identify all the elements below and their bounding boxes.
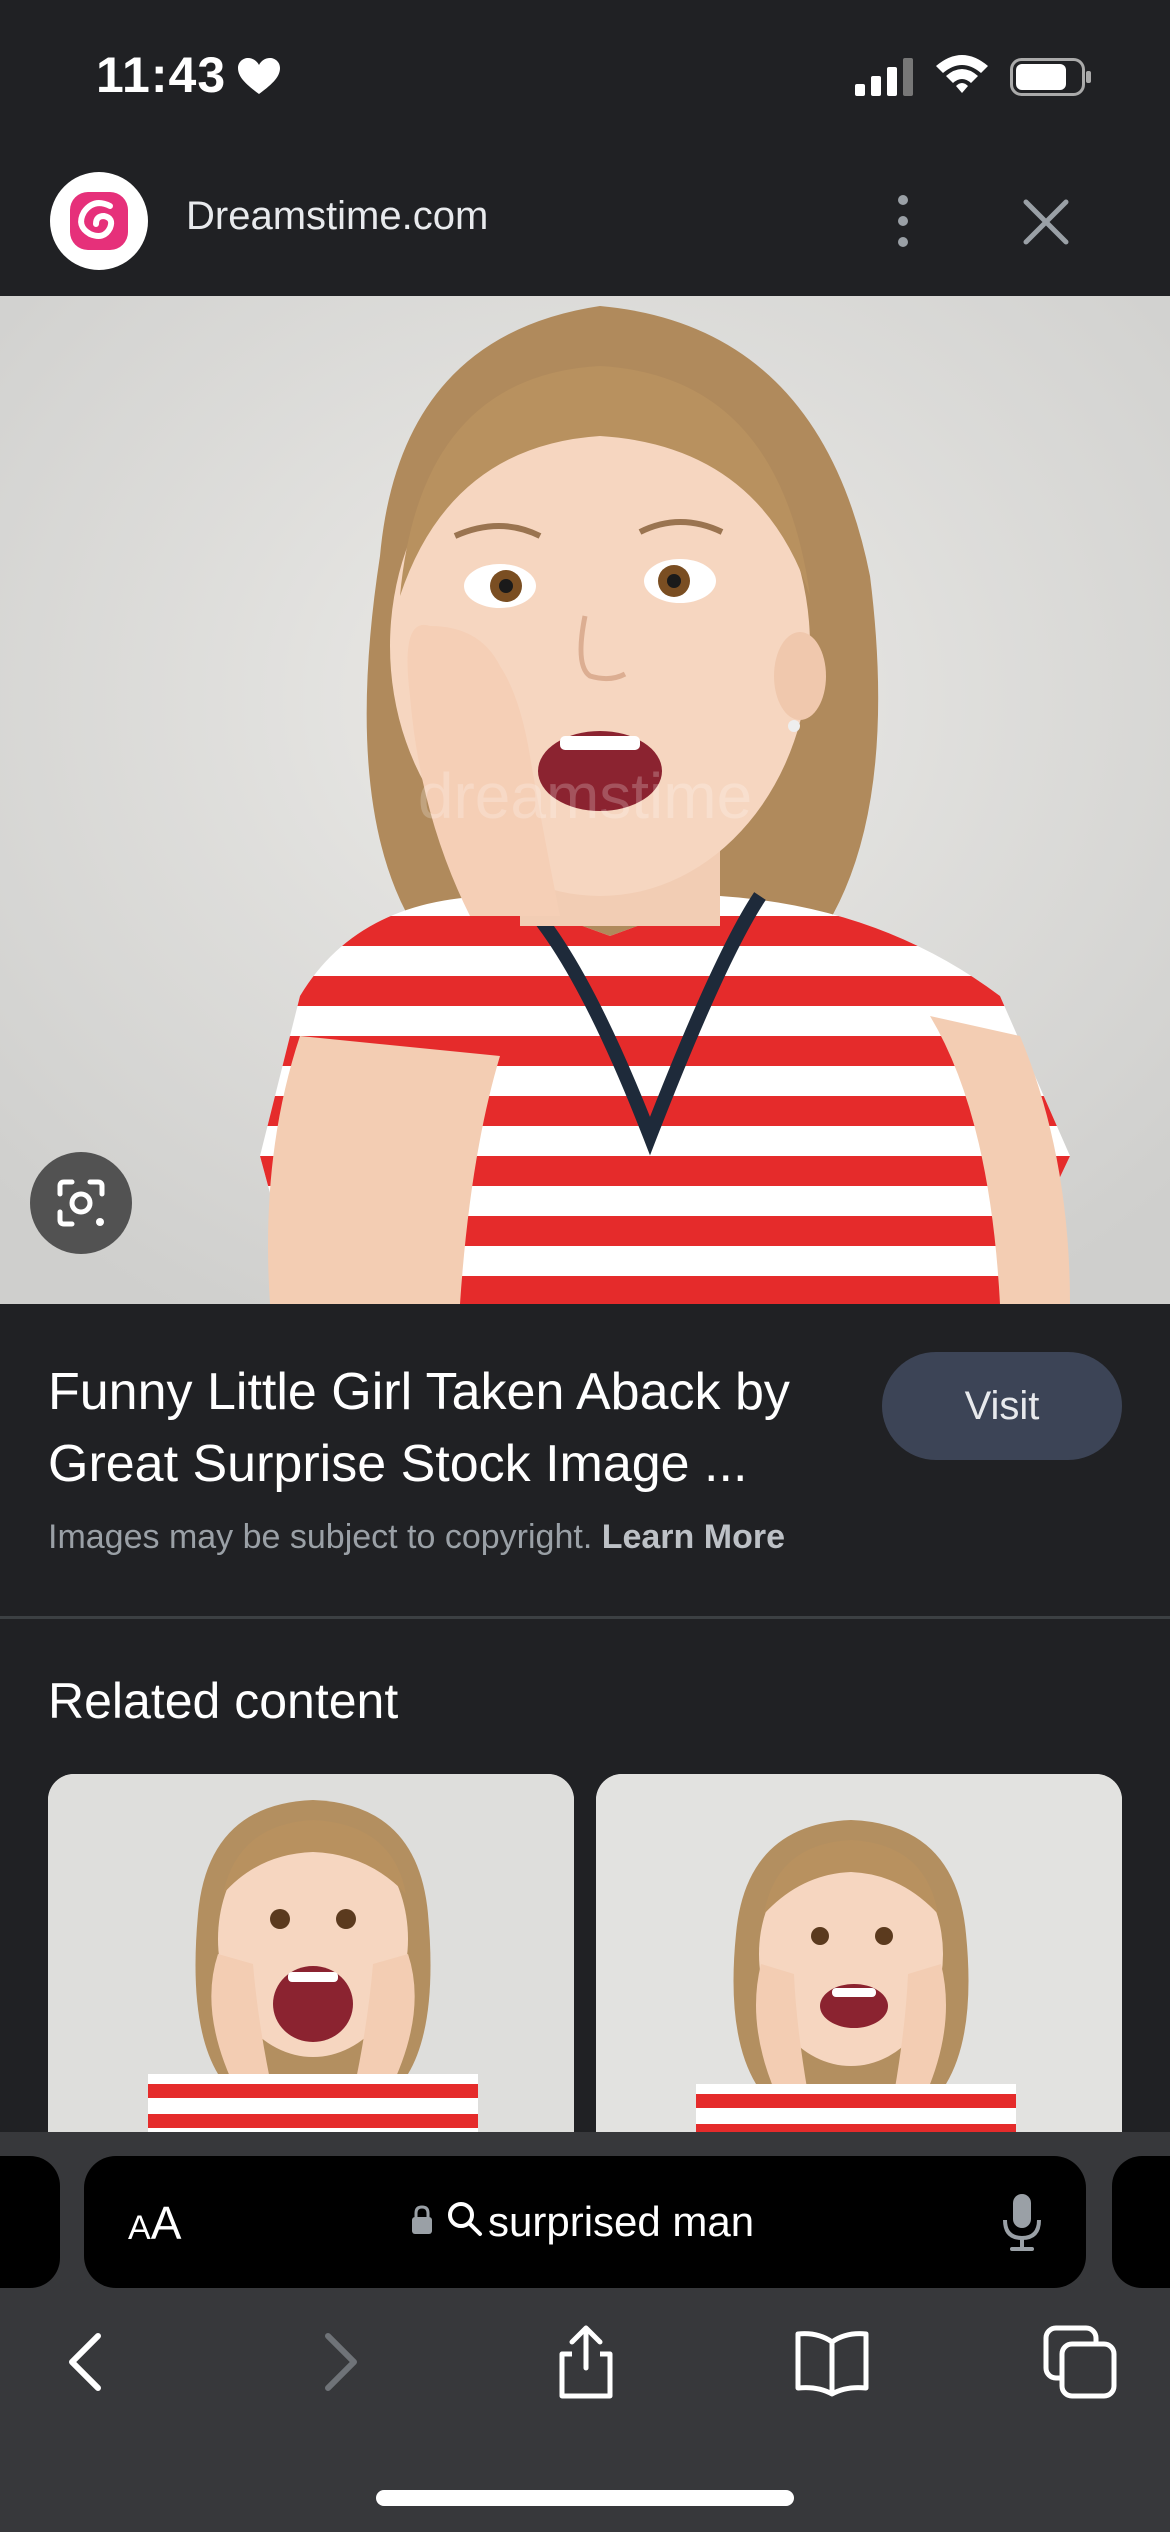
status-time: 11:43 [96, 47, 227, 103]
signal-icon [855, 58, 913, 96]
battery-icon [1010, 58, 1091, 96]
copyright-text: Images may be subject to copyright. [48, 1518, 593, 1556]
result-image[interactable]: dreamstime [0, 296, 1170, 1304]
home-indicator [376, 2490, 794, 2506]
related-thumbnail [596, 1774, 1122, 2154]
share-icon[interactable] [546, 2322, 626, 2402]
mic-icon[interactable] [1000, 2192, 1044, 2252]
previous-tab-preview[interactable] [0, 2156, 60, 2288]
back-icon[interactable] [46, 2322, 126, 2402]
lens-icon [57, 1179, 105, 1227]
address-bar[interactable]: AA surprised man [84, 2156, 1086, 2288]
bookmarks-icon[interactable] [792, 2322, 872, 2402]
dreamstime-logo-icon [70, 192, 128, 250]
learn-more-link[interactable]: Learn More [602, 1518, 785, 1556]
related-thumbnail [48, 1774, 574, 2154]
search-icon [448, 2202, 482, 2236]
url-text[interactable]: surprised man [488, 2198, 754, 2246]
lens-button[interactable] [30, 1152, 132, 1254]
related-content-heading: Related content [48, 1673, 399, 1729]
text-size-button[interactable]: AA [128, 2196, 181, 2250]
more-vert-icon[interactable] [868, 186, 938, 256]
text-size-large-label: A [150, 2197, 182, 2249]
svg-text:dreamstime: dreamstime [418, 760, 752, 832]
related-item[interactable] [596, 1774, 1122, 2154]
site-name[interactable]: Dreamstime.com [186, 194, 488, 239]
close-icon[interactable] [1010, 186, 1082, 258]
site-logo[interactable] [50, 172, 148, 270]
wifi-icon [936, 55, 988, 93]
related-item[interactable] [48, 1774, 574, 2154]
site-header: Dreamstime.com [0, 150, 1170, 296]
visit-button[interactable]: Visit [882, 1352, 1122, 1460]
heart-icon [238, 58, 280, 94]
divider [0, 1616, 1170, 1619]
image-title[interactable]: Funny Little Girl Taken Aback by Great S… [48, 1356, 878, 1500]
copyright-notice: Images may be subject to copyright. Lear… [48, 1518, 785, 1557]
girl-photo: dreamstime [0, 296, 1170, 1304]
forward-icon[interactable] [300, 2322, 380, 2402]
status-bar: 11:43 [0, 0, 1170, 150]
text-size-small-label: A [128, 2209, 151, 2247]
lock-icon [412, 2205, 432, 2234]
result-info: Funny Little Girl Taken Aback by Great S… [0, 1304, 1170, 1620]
tabs-icon[interactable] [1040, 2322, 1120, 2402]
screen: 11:43 Dreamstime.com dreamstime Funny Li… [0, 0, 1170, 2532]
next-tab-preview[interactable] [1112, 2156, 1170, 2288]
